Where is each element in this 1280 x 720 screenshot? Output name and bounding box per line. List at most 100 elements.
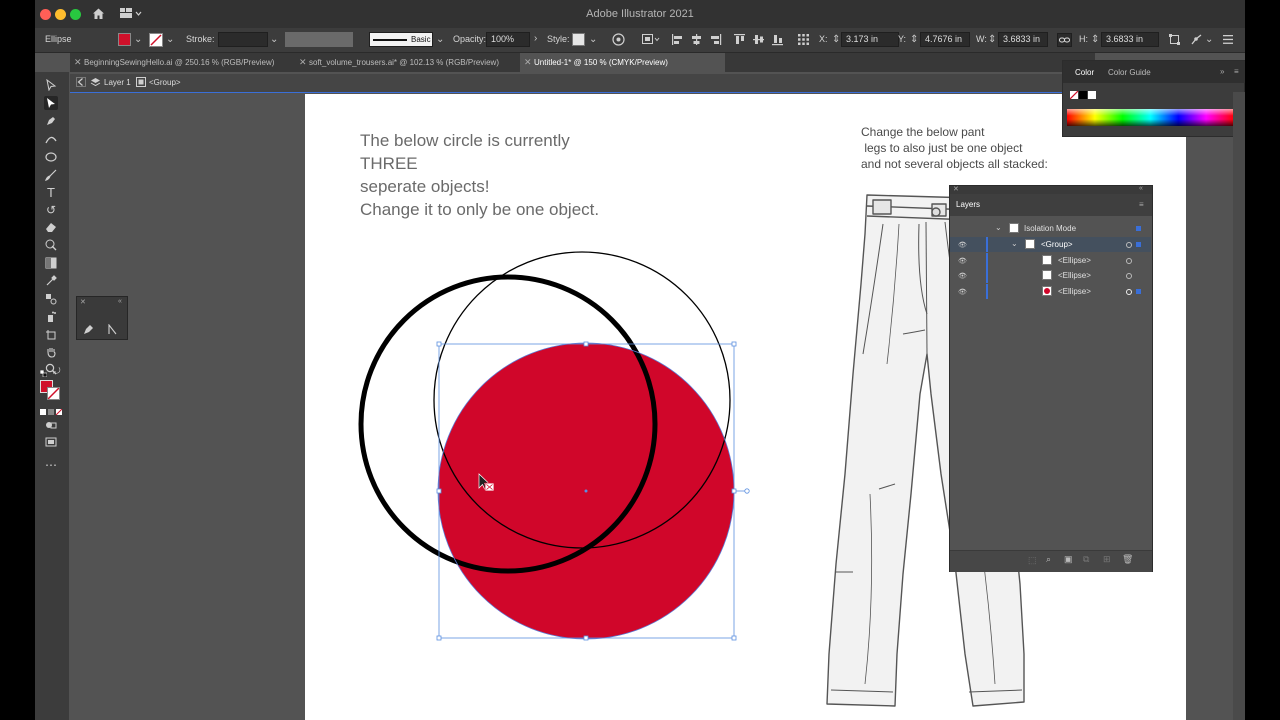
- type-tool-icon[interactable]: T: [44, 185, 58, 200]
- recolor-artwork-icon[interactable]: [612, 33, 625, 49]
- align-left-icon[interactable]: [671, 33, 684, 49]
- color-spectrum[interactable]: [1067, 109, 1234, 126]
- stroke-weight-dropdown-icon[interactable]: ⌄: [270, 35, 278, 45]
- w-stepper-icon[interactable]: ⇕: [988, 35, 996, 45]
- panel-collapse-icon[interactable]: »: [1220, 67, 1224, 76]
- panel-menu-icon[interactable]: [1223, 35, 1233, 47]
- puppet-warp-dropdown-icon[interactable]: ⌄: [1205, 35, 1213, 45]
- expand-chevron-icon[interactable]: ⌄: [1011, 239, 1018, 248]
- panel-menu-icon[interactable]: ≡: [1139, 200, 1144, 209]
- back-arrow-icon[interactable]: [76, 77, 86, 90]
- stroke-color-swatch[interactable]: [47, 387, 60, 400]
- align-right-icon[interactable]: [709, 33, 722, 49]
- screen-mode-icon[interactable]: [44, 435, 58, 449]
- h-stepper-icon[interactable]: ⇕: [1091, 35, 1099, 45]
- graphic-style-swatch[interactable]: [572, 33, 585, 46]
- transform-reference-point-icon[interactable]: [797, 33, 810, 49]
- blend-tool-icon[interactable]: [44, 292, 58, 306]
- stroke-weight-field[interactable]: [218, 32, 268, 47]
- tab-color[interactable]: Color: [1075, 68, 1094, 77]
- brush-definition[interactable]: Basic: [369, 32, 433, 47]
- tab-beginning-sewing[interactable]: ✕ BeginningSewingHello.ai @ 250.16 % (RG…: [70, 53, 295, 72]
- constrain-proportions-icon[interactable]: [1057, 33, 1072, 47]
- stroke-dropdown-icon[interactable]: ⌄: [166, 35, 174, 45]
- fill-swatch[interactable]: [118, 33, 131, 46]
- target-icon[interactable]: [1126, 258, 1132, 264]
- selection-tool-icon[interactable]: [44, 78, 58, 92]
- layers-panel-title[interactable]: Layers: [956, 200, 980, 209]
- layer-row-isolation-mode[interactable]: ⌄ Isolation Mode: [950, 221, 1151, 236]
- tab-soft-volume-trousers[interactable]: ✕ soft_volume_trousers.ai* @ 102.13 % (R…: [295, 53, 520, 72]
- symbol-sprayer-tool-icon[interactable]: [44, 310, 58, 324]
- none-swatch[interactable]: [1070, 91, 1078, 99]
- variable-width-profile[interactable]: [285, 32, 353, 47]
- visibility-eye-icon[interactable]: 👁: [958, 241, 967, 249]
- eyedropper-tool-icon[interactable]: [44, 274, 58, 288]
- close-tab-icon[interactable]: ✕: [299, 53, 307, 72]
- target-icon[interactable]: [1126, 289, 1132, 295]
- default-colors-icon[interactable]: [39, 368, 48, 378]
- curvature-tool-icon[interactable]: [44, 132, 58, 146]
- align-bottom-icon[interactable]: [771, 33, 784, 49]
- close-tab-icon[interactable]: ✕: [524, 53, 532, 72]
- layer-row-group[interactable]: 👁 ⌄ <Group>: [950, 237, 1151, 252]
- stroke-swatch[interactable]: [149, 33, 163, 47]
- pen-tool-icon[interactable]: [44, 114, 58, 128]
- clipping-mask-icon[interactable]: ▣: [1064, 554, 1073, 565]
- paintbrush-tool-icon[interactable]: [44, 168, 58, 182]
- close-panel-icon[interactable]: ✕: [80, 298, 86, 306]
- collapse-panel-icon[interactable]: «: [118, 298, 122, 305]
- tab-color-guide[interactable]: Color Guide: [1108, 68, 1151, 77]
- new-layer-icon[interactable]: ⊞: [1103, 554, 1111, 565]
- breadcrumb-group[interactable]: <Group>: [149, 78, 181, 87]
- pen-tool-icon[interactable]: [83, 324, 94, 338]
- eraser-tool-icon[interactable]: [44, 220, 58, 234]
- anchor-point-tool-icon[interactable]: [107, 323, 118, 338]
- fill-dropdown-icon[interactable]: ⌄: [134, 35, 142, 45]
- align-top-icon[interactable]: [733, 33, 746, 49]
- target-icon[interactable]: [1126, 273, 1132, 279]
- align-horizontal-center-icon[interactable]: [690, 33, 703, 49]
- vertical-scrollbar[interactable]: [1233, 92, 1245, 720]
- target-icon[interactable]: [1126, 242, 1132, 248]
- layer-row-ellipse[interactable]: 👁 <Ellipse>: [950, 253, 1151, 268]
- transform-icon[interactable]: [1168, 33, 1181, 49]
- align-to-icon[interactable]: [642, 34, 660, 48]
- hand-tool-icon[interactable]: [44, 345, 58, 359]
- artboard-tool-icon[interactable]: [44, 328, 58, 342]
- collapse-panel-icon[interactable]: «: [1139, 185, 1143, 192]
- layer-row-ellipse[interactable]: 👁 <Ellipse>: [950, 284, 1151, 299]
- opacity-arrow-icon[interactable]: ›: [534, 34, 537, 44]
- opacity-field[interactable]: 100%: [486, 32, 530, 47]
- gradient-tool-icon[interactable]: [44, 256, 58, 270]
- y-stepper-icon[interactable]: ⇕: [910, 35, 918, 45]
- white-swatch[interactable]: [1088, 91, 1096, 99]
- close-panel-icon[interactable]: ✕: [953, 185, 959, 193]
- h-field[interactable]: 3.6833 in: [1101, 32, 1159, 47]
- collect-for-export-icon[interactable]: ⬚: [1028, 555, 1037, 566]
- expand-chevron-icon[interactable]: ⌄: [995, 223, 1002, 232]
- delete-layer-icon[interactable]: 🗑: [1122, 554, 1133, 565]
- rotate-tool-icon[interactable]: ↺: [44, 203, 58, 217]
- y-field[interactable]: 4.7676 in: [920, 32, 970, 47]
- draw-mode-icon[interactable]: [44, 418, 58, 432]
- visibility-eye-icon[interactable]: 👁: [958, 272, 967, 280]
- style-dropdown-icon[interactable]: ⌄: [589, 35, 597, 45]
- visibility-eye-icon[interactable]: 👁: [958, 257, 967, 265]
- close-tab-icon[interactable]: ✕: [74, 53, 82, 72]
- brush-dropdown-icon[interactable]: ⌄: [436, 35, 444, 45]
- panel-menu-icon[interactable]: ≡: [1234, 67, 1239, 76]
- black-swatch[interactable]: [1079, 91, 1087, 99]
- shape-builder-tool-icon[interactable]: [44, 238, 58, 252]
- x-field[interactable]: 3.173 in: [841, 32, 899, 47]
- puppet-warp-icon[interactable]: [1190, 33, 1203, 49]
- layer-row-ellipse[interactable]: 👁 <Ellipse>: [950, 268, 1151, 283]
- ellipse-tool-icon[interactable]: [44, 150, 58, 164]
- color-mode-icons[interactable]: [40, 406, 63, 416]
- tab-untitled-1[interactable]: ✕ Untitled-1* @ 150 % (CMYK/Preview): [520, 53, 725, 72]
- breadcrumb-layer[interactable]: Layer 1: [104, 78, 131, 87]
- x-stepper-icon[interactable]: ⇕: [832, 35, 840, 45]
- locate-object-icon[interactable]: ⌕: [1046, 554, 1051, 565]
- visibility-eye-icon[interactable]: 👁: [958, 288, 967, 296]
- direct-selection-tool-icon[interactable]: [44, 96, 58, 110]
